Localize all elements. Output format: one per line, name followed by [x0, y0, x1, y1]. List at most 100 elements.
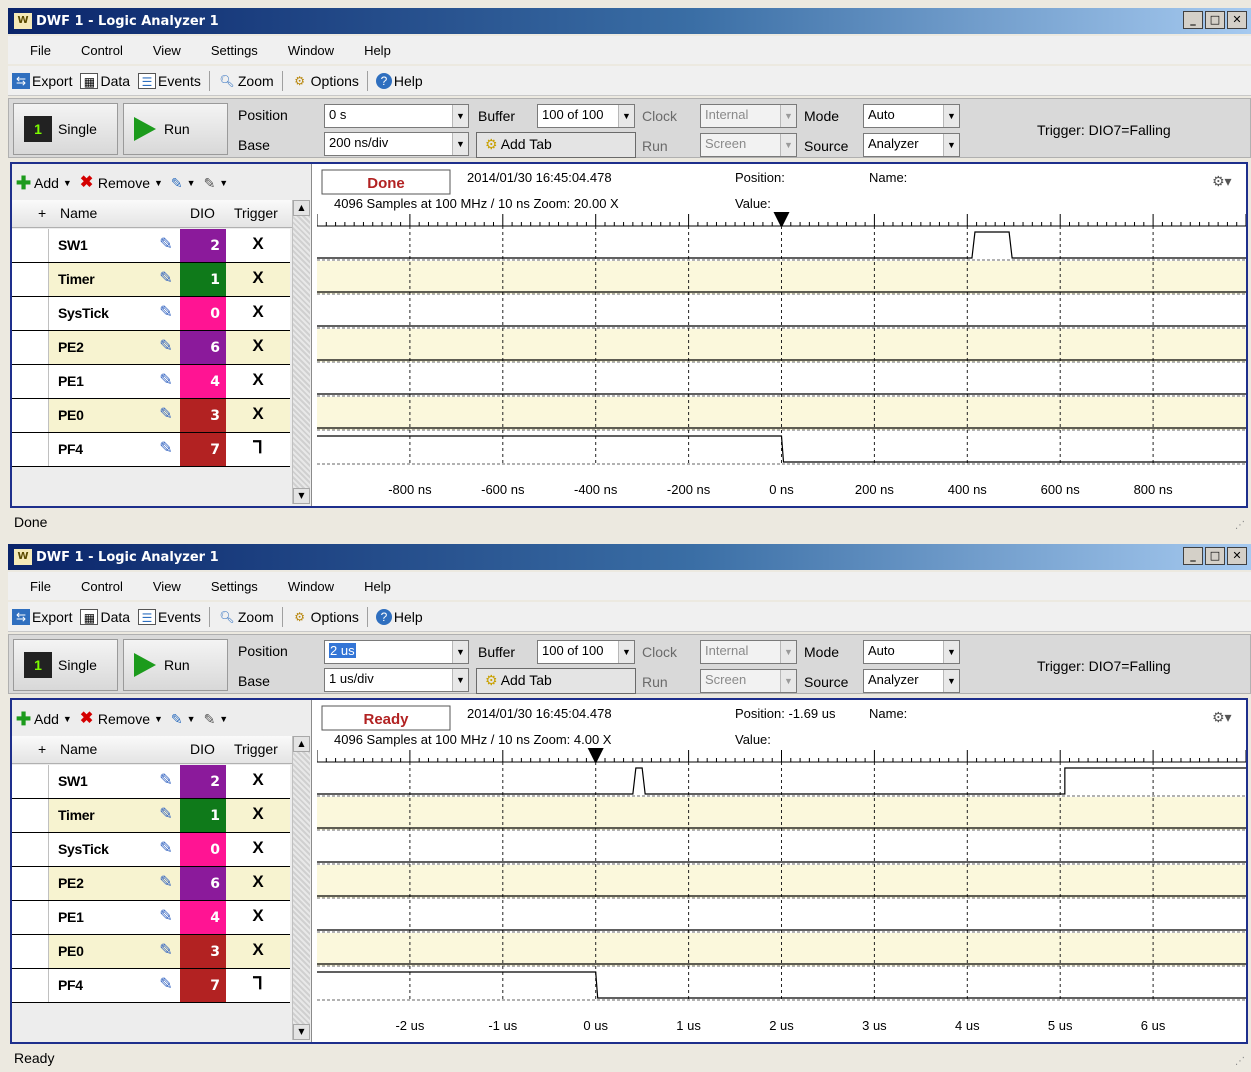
properties-button[interactable]: ✎ ▼: [204, 175, 233, 192]
export-button[interactable]: ⇆ Export: [8, 608, 76, 625]
options-button[interactable]: ⚙ Options: [287, 73, 363, 89]
trigger-column-header[interactable]: Trigger: [234, 741, 278, 757]
help-button[interactable]: ? Help: [372, 608, 427, 625]
menu-settings[interactable]: Settings: [191, 43, 268, 58]
single-button[interactable]: 1 Single: [13, 103, 118, 155]
pencil-icon[interactable]: ✎: [152, 229, 180, 262]
resize-grip-icon[interactable]: ⋰: [1235, 1056, 1245, 1067]
run-button[interactable]: Run: [123, 639, 228, 691]
remove-channel-button[interactable]: ✖ Remove ▼: [80, 710, 167, 728]
add-tab-button[interactable]: ⚙ Add Tab: [476, 132, 636, 158]
trigger-cell[interactable]: X: [226, 365, 290, 398]
dio-column-header[interactable]: DIO: [190, 741, 215, 757]
minimize-button[interactable]: _: [1183, 11, 1203, 29]
data-button[interactable]: ▦ Data: [76, 608, 134, 625]
menu-file[interactable]: File: [8, 579, 61, 594]
menu-window[interactable]: Window: [268, 579, 344, 594]
menu-help[interactable]: Help: [344, 43, 401, 58]
pencil-icon[interactable]: ✎: [152, 799, 180, 832]
run-select[interactable]: Screen ▼: [700, 133, 797, 157]
edit-channel-button[interactable]: ✎ ▼: [171, 175, 200, 192]
maximize-button[interactable]: □: [1205, 547, 1225, 565]
pencil-icon[interactable]: ✎: [152, 263, 180, 296]
pencil-icon[interactable]: ✎: [152, 365, 180, 398]
trigger-cell[interactable]: X: [226, 297, 290, 330]
mode-select[interactable]: Auto ▼: [863, 104, 960, 128]
channel-row[interactable]: PE1 ✎ 4 X: [12, 901, 290, 935]
trigger-cell[interactable]: X: [226, 263, 290, 296]
trigger-cell[interactable]: X: [226, 229, 290, 262]
channel-row[interactable]: SW1 ✎ 2 X: [12, 229, 290, 263]
menu-help[interactable]: Help: [344, 579, 401, 594]
position-input[interactable]: 2 us ▼: [324, 640, 469, 664]
channel-name[interactable]: SW1: [48, 765, 152, 798]
single-button[interactable]: 1 Single: [13, 639, 118, 691]
channel-row[interactable]: Timer ✎ 1 X: [12, 799, 290, 833]
pencil-icon[interactable]: ✎: [152, 331, 180, 364]
trigger-cell[interactable]: X: [226, 867, 290, 900]
trigger-cell[interactable]: X: [226, 765, 290, 798]
menu-control[interactable]: Control: [61, 43, 133, 58]
scroll-down-button[interactable]: ▼: [293, 1024, 310, 1040]
channel-name[interactable]: PE1: [48, 365, 152, 398]
dio-column-header[interactable]: DIO: [190, 205, 215, 221]
maximize-button[interactable]: □: [1205, 11, 1225, 29]
clock-select[interactable]: Internal ▼: [700, 104, 797, 128]
scroll-up-button[interactable]: ▲: [293, 736, 310, 752]
menu-view[interactable]: View: [133, 579, 191, 594]
trigger-column-header[interactable]: Trigger: [234, 205, 278, 221]
add-channel-button[interactable]: ✚ Add ▼: [16, 710, 76, 728]
source-select[interactable]: Analyzer ▼: [863, 133, 960, 157]
trigger-cell[interactable]: X: [226, 331, 290, 364]
export-button[interactable]: ⇆ Export: [8, 72, 76, 89]
channel-name[interactable]: PE1: [48, 901, 152, 934]
channel-row[interactable]: PF4 ✎ 7 ⅂: [12, 969, 290, 1003]
base-input[interactable]: 200 ns/div ▼: [324, 132, 469, 156]
trigger-cell[interactable]: ⅂: [226, 433, 290, 466]
waveform-view[interactable]: Ready 2014/01/30 16:45:04.478 Position: -1…: [316, 704, 1247, 1040]
channel-scrollbar[interactable]: ▲ ▼: [292, 200, 310, 504]
channel-name[interactable]: Timer: [48, 263, 152, 296]
channel-name[interactable]: SW1: [48, 229, 152, 262]
minimize-button[interactable]: _: [1183, 547, 1203, 565]
channel-row[interactable]: SysTick ✎ 0 X: [12, 833, 290, 867]
pencil-icon[interactable]: ✎: [152, 901, 180, 934]
source-select[interactable]: Analyzer ▼: [863, 669, 960, 693]
scroll-down-button[interactable]: ▼: [293, 488, 310, 504]
pencil-icon[interactable]: ✎: [152, 969, 180, 1002]
pencil-icon[interactable]: ✎: [152, 765, 180, 798]
channel-row[interactable]: Timer ✎ 1 X: [12, 263, 290, 297]
pencil-icon[interactable]: ✎: [152, 935, 180, 968]
name-column-header[interactable]: Name: [60, 205, 97, 221]
menu-window[interactable]: Window: [268, 43, 344, 58]
menu-settings[interactable]: Settings: [191, 579, 268, 594]
trigger-cell[interactable]: X: [226, 901, 290, 934]
properties-button[interactable]: ✎ ▼: [204, 711, 233, 728]
expand-column[interactable]: +: [38, 741, 46, 757]
channel-row[interactable]: PE1 ✎ 4 X: [12, 365, 290, 399]
trigger-cell[interactable]: X: [226, 833, 290, 866]
mode-select[interactable]: Auto ▼: [863, 640, 960, 664]
menu-view[interactable]: View: [133, 43, 191, 58]
options-button[interactable]: ⚙ Options: [287, 609, 363, 625]
menu-control[interactable]: Control: [61, 579, 133, 594]
run-button[interactable]: Run: [123, 103, 228, 155]
channel-name[interactable]: Timer: [48, 799, 152, 832]
add-channel-button[interactable]: ✚ Add ▼: [16, 174, 76, 192]
close-button[interactable]: ✕: [1227, 547, 1247, 565]
base-input[interactable]: 1 us/div ▼: [324, 668, 469, 692]
channel-name[interactable]: PE2: [48, 331, 152, 364]
waveform-view[interactable]: Done 2014/01/30 16:45:04.478 Position: Name…: [316, 168, 1247, 504]
help-button[interactable]: ? Help: [372, 72, 427, 89]
events-button[interactable]: ☰ Events: [134, 608, 205, 625]
expand-column[interactable]: +: [38, 205, 46, 221]
events-button[interactable]: ☰ Events: [134, 72, 205, 89]
channel-row[interactable]: PF4 ✎ 7 ⅂: [12, 433, 290, 467]
channel-row[interactable]: PE0 ✎ 3 X: [12, 935, 290, 969]
remove-channel-button[interactable]: ✖ Remove ▼: [80, 174, 167, 192]
pencil-icon[interactable]: ✎: [152, 833, 180, 866]
zoom-button[interactable]: 🔍︎ Zoom: [214, 609, 278, 625]
pencil-icon[interactable]: ✎: [152, 399, 180, 432]
pencil-icon[interactable]: ✎: [152, 433, 180, 466]
run-select[interactable]: Screen ▼: [700, 669, 797, 693]
